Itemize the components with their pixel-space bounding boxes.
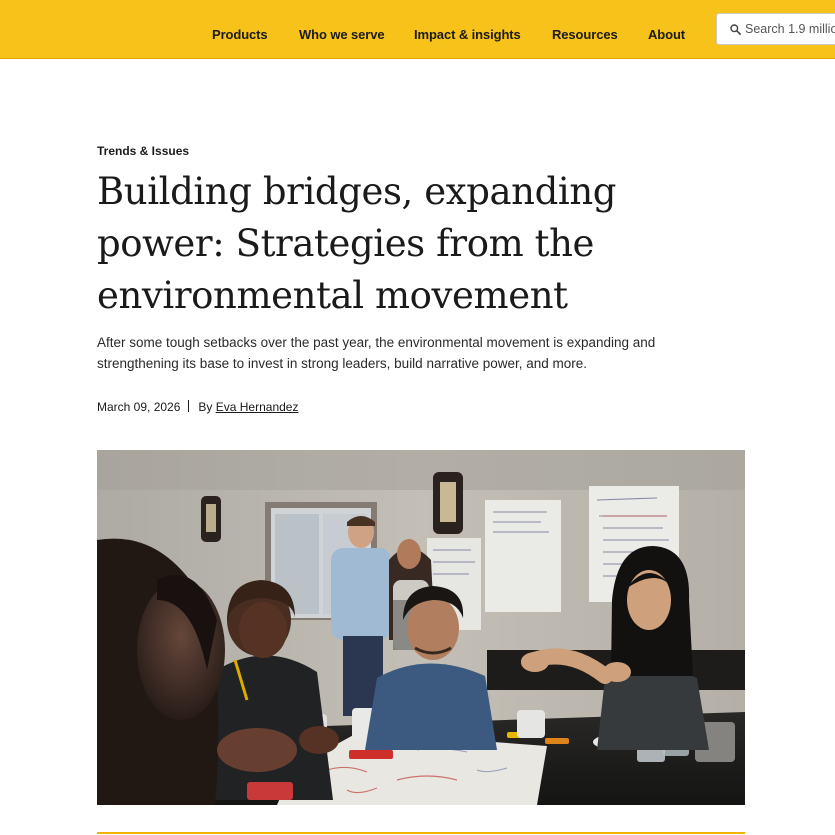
- author-link[interactable]: Eva Hernandez: [216, 400, 299, 414]
- article-summary: After some tough setbacks over the past …: [97, 335, 656, 371]
- nav-products[interactable]: Products: [212, 27, 268, 42]
- hero-image: [97, 450, 745, 805]
- nav-resources[interactable]: Resources: [552, 27, 618, 42]
- top-navigation-bar: Products Who we serve Impact & insights …: [0, 0, 835, 59]
- nav-impact-insights[interactable]: Impact & insights: [414, 27, 521, 42]
- search-input[interactable]: [745, 19, 835, 39]
- byline: March 09, 2026 By Eva Hernandez: [97, 400, 298, 414]
- publish-date: March 09, 2026: [97, 400, 181, 414]
- search-box[interactable]: [716, 13, 835, 45]
- by-prefix: By: [198, 400, 213, 414]
- byline-divider: [188, 400, 190, 412]
- section-divider: [97, 832, 745, 834]
- search-icon: [730, 24, 741, 35]
- meeting-photo-illustration: [97, 450, 745, 805]
- category-link[interactable]: Trends & Issues: [97, 144, 189, 158]
- nav-who-we-serve[interactable]: Who we serve: [299, 27, 385, 42]
- nav-about[interactable]: About: [648, 27, 685, 42]
- article-title: Building bridges, expanding power: Strat…: [97, 170, 617, 317]
